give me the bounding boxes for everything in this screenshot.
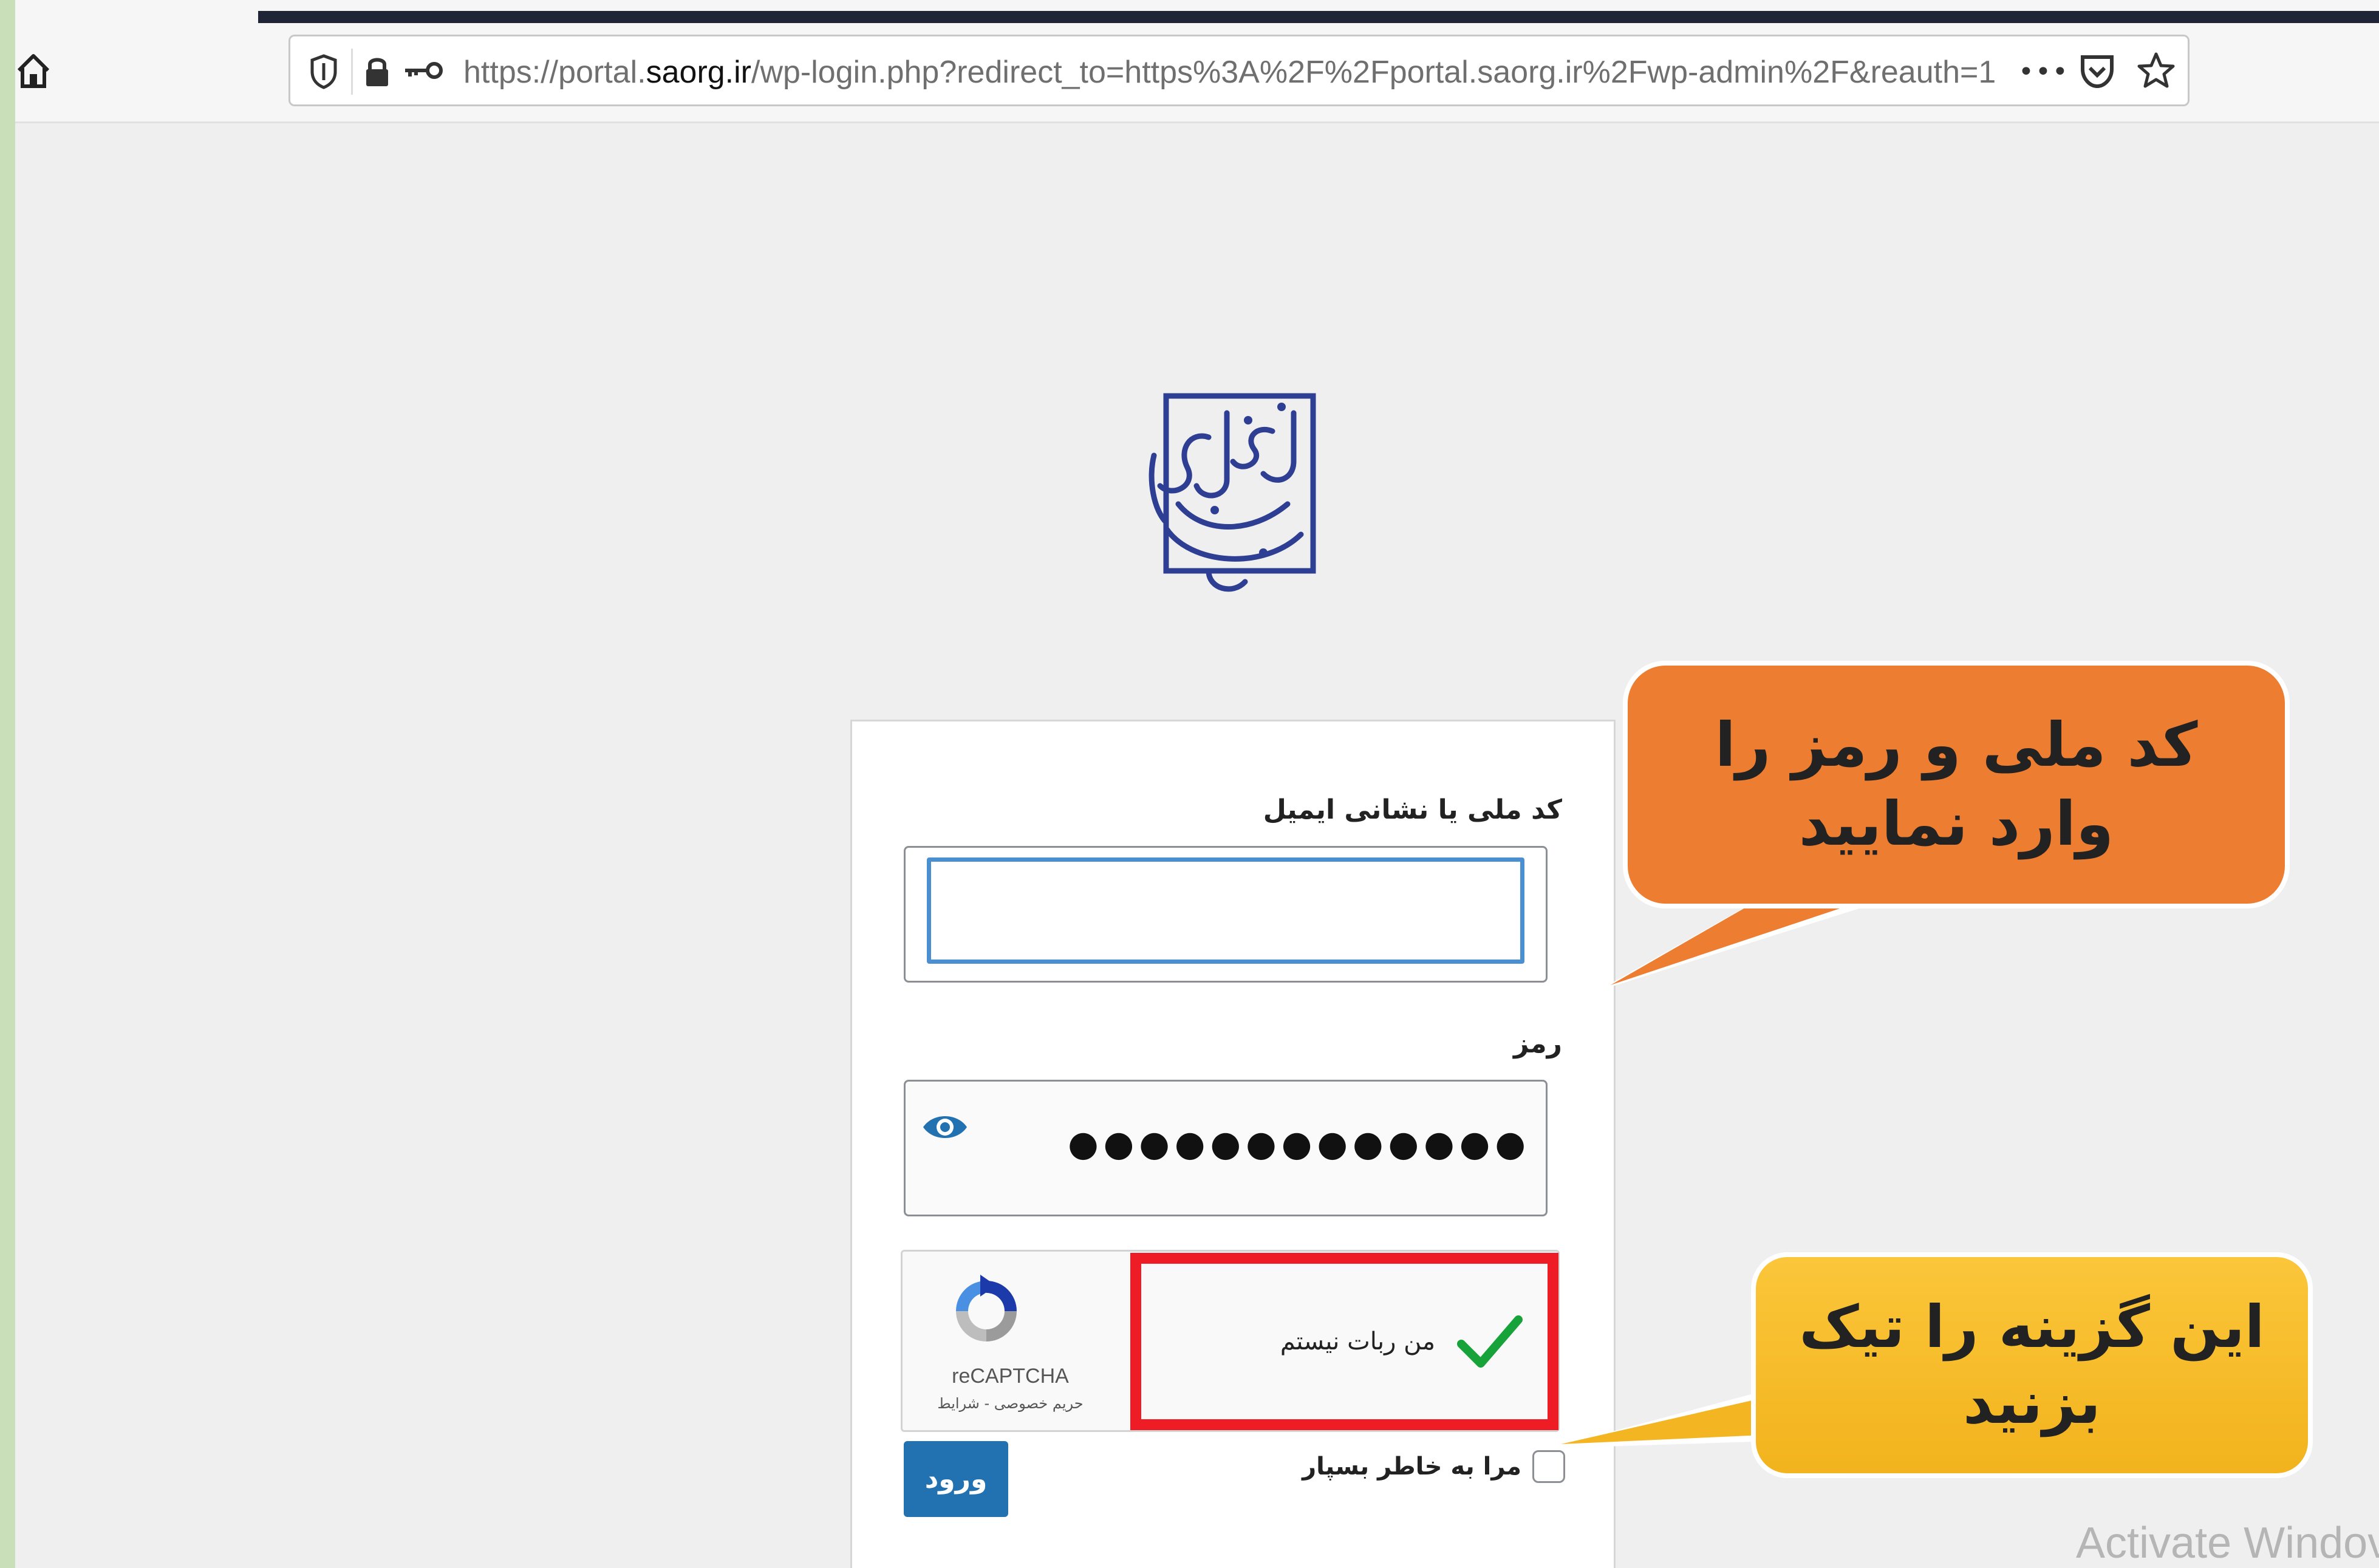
callout-checkbox-line2: بزنید (1963, 1369, 2101, 1437)
login-button[interactable]: ورود (904, 1441, 1008, 1517)
remember-me-label[interactable]: مرا به خاطر بسپار (1302, 1453, 1521, 1481)
url-path: /wp-login.php?redirect_to=https%3A%2F%2F… (751, 55, 1996, 90)
recaptcha-links[interactable]: حریم خصوصی - شرایط (903, 1395, 1118, 1412)
remember-me-row[interactable]: مرا به خاطر بسپار (1302, 1448, 1565, 1485)
recaptcha-checkmark-icon[interactable] (1456, 1312, 1523, 1373)
shield-icon[interactable] (309, 53, 339, 90)
remember-me-checkbox[interactable] (1532, 1450, 1565, 1483)
callout-credentials-line2: وارد نمایید (1798, 788, 2114, 859)
show-password-icon[interactable] (921, 1109, 969, 1145)
recaptcha-label: من ربات نیستم (1280, 1328, 1435, 1355)
browser-toolbar: https://portal.saorg.ir/wp-login.php?red… (15, 0, 2379, 123)
activate-windows-watermark: Activate Windov (2076, 1519, 2379, 1567)
login-form: کد ملی یا نشانی ایمیل رمز ●●●●●●●●●●●●● … (850, 720, 1616, 1568)
url-prefix: https://portal. (463, 55, 646, 90)
url-domain: saorg.ir (646, 55, 752, 90)
recaptcha-highlight-box: من ربات نیستم (1130, 1253, 1558, 1430)
key-icon[interactable] (403, 58, 445, 85)
star-icon[interactable] (2137, 51, 2176, 90)
callout-credentials-line1: کد ملی و رمز را (1715, 709, 2198, 780)
username-label: کد ملی یا نشانی ایمیل (1263, 794, 1562, 825)
username-field-frame (904, 846, 1548, 983)
recaptcha-brand: reCAPTCHA (952, 1365, 1069, 1388)
callout-checkbox-line1: این گزینه را تیک (1799, 1293, 2265, 1362)
pocket-icon[interactable] (2079, 52, 2115, 90)
username-input[interactable] (927, 857, 1524, 964)
tab-strip (258, 11, 2379, 23)
url-text[interactable]: https://portal.saorg.ir/wp-login.php?red… (463, 51, 1996, 94)
lock-icon[interactable] (363, 53, 391, 90)
callout-enter-credentials: کد ملی و رمز را وارد نمایید (1623, 661, 2290, 908)
password-label: رمز (1514, 1028, 1562, 1059)
recaptcha-widget: reCAPTCHA حریم خصوصی - شرایط من ربات نیس… (901, 1250, 1560, 1432)
callout-tick-checkbox: این گزینه را تیک بزنید (1751, 1252, 2313, 1478)
password-value: ●●●●●●●●●●●●● (1068, 1123, 1531, 1164)
url-bar[interactable]: https://portal.saorg.ir/wp-login.php?red… (288, 35, 2190, 106)
organization-logo (1149, 393, 1316, 592)
password-input[interactable]: ●●●●●●●●●●●●● (904, 1080, 1548, 1216)
page-actions-menu-button[interactable]: ••• (2018, 51, 2069, 94)
recaptcha-logo-icon (956, 1275, 1017, 1341)
home-icon[interactable] (15, 50, 52, 92)
url-divider (351, 49, 353, 95)
